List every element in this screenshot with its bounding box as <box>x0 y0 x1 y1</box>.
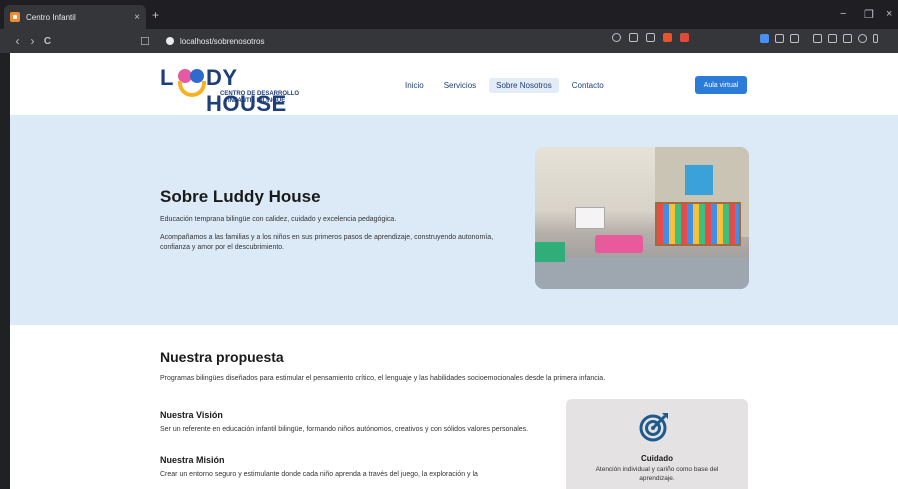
url-text[interactable]: localhost/sobrenosotros <box>180 37 265 46</box>
web-page: L DY HOUSE CENTRO DE DESARROLLO INFANTIL… <box>10 53 898 489</box>
extension-heart-icon[interactable] <box>663 33 672 42</box>
aula-virtual-button[interactable]: Aula virtual <box>695 76 747 94</box>
share-icon[interactable] <box>646 33 655 42</box>
reload-button[interactable]: C <box>40 36 55 47</box>
screenshot-icon[interactable] <box>828 34 837 43</box>
vision-title: Nuestra Visión <box>160 410 223 420</box>
favicon-icon <box>10 12 20 22</box>
send-icon[interactable] <box>843 34 852 43</box>
site-info-icon[interactable] <box>166 37 174 45</box>
nav-servicios[interactable]: Servicios <box>437 78 483 93</box>
menu-icon[interactable] <box>873 34 878 43</box>
target-icon <box>639 413 668 442</box>
hero-title: Sobre Luddy House <box>160 187 321 206</box>
browser-tab-bar: Centro Infantil × + − ❐ × <box>0 0 898 29</box>
site-header: L DY HOUSE CENTRO DE DESARROLLO INFANTIL… <box>10 53 898 116</box>
image-pink-table <box>595 235 643 253</box>
password-key-icon[interactable] <box>629 33 638 42</box>
omnibox-actions <box>612 33 689 42</box>
logo[interactable]: L DY HOUSE CENTRO DE DESARROLLO INFANTIL… <box>160 65 320 116</box>
propuesta-description: Programas bilingües diseñados para estim… <box>160 375 606 382</box>
image-green-table <box>535 242 565 262</box>
logo-subtitle-2: INFANTIL BILINGÜE <box>228 98 286 104</box>
sidebar-icon[interactable] <box>813 34 822 43</box>
minimize-button[interactable]: − <box>840 8 846 20</box>
back-button[interactable]: ‹ <box>10 34 25 48</box>
tab-close-icon[interactable]: × <box>134 12 140 23</box>
image-whiteboard <box>575 207 605 229</box>
restore-button[interactable]: ❐ <box>864 8 874 21</box>
tab-title: Centro Infantil <box>26 12 76 22</box>
hero-description: Acompañamos a las familias y a los niños… <box>160 234 494 251</box>
nav-contacto[interactable]: Contacto <box>565 78 611 93</box>
bookmark-icon[interactable]: ☐ <box>140 35 156 48</box>
close-window-button[interactable]: × <box>886 8 892 20</box>
main-nav: Inicio Servicios Sobre Nosotros Contacto <box>398 78 617 93</box>
hero-subtitle: Educación temprana bilingüe con calidez,… <box>160 216 397 223</box>
classroom-image <box>535 147 749 289</box>
extension-icon[interactable] <box>760 34 769 43</box>
mision-description: Crear un entorno seguro y estimulante do… <box>160 471 478 478</box>
vision-description: Ser un referente en educación infantil b… <box>160 426 529 433</box>
propuesta-title: Nuestra propuesta <box>160 349 284 365</box>
image-bookshelf <box>655 202 741 246</box>
card-description: Atención individual y cariño como base d… <box>595 466 719 482</box>
new-tab-button[interactable]: + <box>152 8 159 22</box>
warning-icon[interactable] <box>680 33 689 42</box>
extension-icons <box>760 34 878 43</box>
card-title: Cuidado <box>641 454 673 463</box>
logo-subtitle-1: CENTRO DE DESARROLLO <box>220 91 300 97</box>
zoom-icon[interactable] <box>612 33 621 42</box>
value-card: Cuidado Atención individual y cariño com… <box>566 399 748 489</box>
logo-letter-l: L <box>160 65 174 90</box>
nav-sobre-nosotros[interactable]: Sobre Nosotros <box>489 78 559 93</box>
media-icon[interactable] <box>790 34 799 43</box>
hero-section: Sobre Luddy House Educación temprana bil… <box>10 115 898 325</box>
nav-inicio[interactable]: Inicio <box>398 78 431 93</box>
mision-title: Nuestra Misión <box>160 455 225 465</box>
image-floor <box>535 257 749 289</box>
shield-icon[interactable] <box>858 34 867 43</box>
logo-smile-icon <box>178 81 206 97</box>
image-poster <box>685 165 713 195</box>
browser-tab[interactable]: Centro Infantil × <box>4 5 146 29</box>
forward-button[interactable]: › <box>25 34 40 48</box>
puzzle-icon[interactable] <box>775 34 784 43</box>
